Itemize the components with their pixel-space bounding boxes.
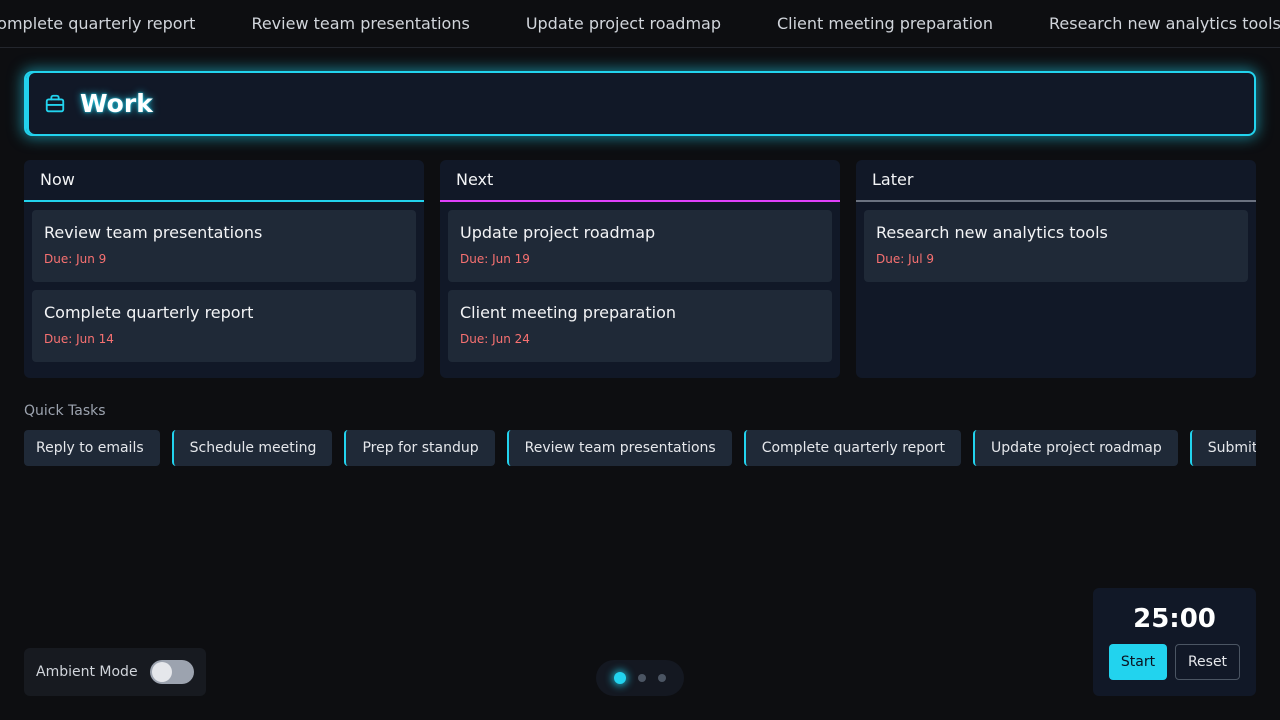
task-card[interactable]: Research new analytics tools Due: Jul 9 [864, 210, 1248, 282]
task-card[interactable]: Complete quarterly report Due: Jun 14 [32, 290, 416, 362]
page-dot[interactable] [658, 674, 666, 682]
quick-tasks-row[interactable]: Reply to emails Schedule meeting Prep fo… [24, 430, 1256, 466]
task-card[interactable]: Client meeting preparation Due: Jun 24 [448, 290, 832, 362]
briefcase-icon [44, 93, 66, 115]
start-button[interactable]: Start [1109, 644, 1167, 680]
task-title: Research new analytics tools [876, 223, 1108, 242]
quick-task-chip[interactable]: Update project roadmap [972, 430, 1178, 466]
page-dot[interactable] [638, 674, 646, 682]
task-due-date: Due: Jul 9 [876, 252, 935, 266]
ticker-item[interactable]: Client meeting preparation [777, 14, 993, 33]
task-card[interactable]: Review team presentations Due: Jun 9 [32, 210, 416, 282]
ticker-item[interactable]: Research new analytics tools [1049, 14, 1280, 33]
quick-tasks-label: Quick Tasks [24, 403, 106, 419]
task-title: Review team presentations [44, 223, 263, 242]
column-now: Now Review team presentations Due: Jun 9… [24, 160, 424, 378]
ambient-mode-label: Ambient Mode [36, 664, 138, 680]
task-card[interactable]: Update project roadmap Due: Jun 19 [448, 210, 832, 282]
quick-task-chip[interactable]: Reply to emails [24, 430, 160, 466]
quick-task-chip[interactable]: Complete quarterly report [743, 430, 961, 466]
column-later: Later Research new analytics tools Due: … [856, 160, 1256, 378]
quick-task-chip[interactable]: Prep for standup [344, 430, 495, 466]
column-title: Later [856, 160, 1256, 202]
task-title: Complete quarterly report [44, 303, 254, 322]
context-header: Work [24, 71, 1256, 136]
quick-task-chip[interactable]: Schedule meeting [171, 430, 333, 466]
task-title: Update project roadmap [460, 223, 656, 242]
ticker-item[interactable]: Complete quarterly report [0, 14, 195, 33]
page-indicator [596, 660, 684, 696]
ticker-item[interactable]: Review team presentations [251, 14, 469, 33]
task-ticker: Complete quarterly report Review team pr… [0, 0, 1280, 48]
column-title: Now [24, 160, 424, 202]
timer-display: 25:00 [1133, 604, 1216, 634]
ambient-mode-toggle[interactable] [149, 660, 194, 684]
task-title: Client meeting preparation [460, 303, 676, 322]
task-due-date: Due: Jun 9 [44, 252, 107, 266]
quick-task-chip[interactable]: Submit [1189, 430, 1256, 466]
ambient-mode-control: Ambient Mode [24, 648, 206, 696]
task-due-date: Due: Jun 19 [460, 252, 530, 266]
ticker-item[interactable]: Update project roadmap [526, 14, 721, 33]
task-due-date: Due: Jun 24 [460, 332, 530, 346]
page-dot-active[interactable] [614, 672, 626, 684]
column-title: Next [440, 160, 840, 202]
quick-task-chip[interactable]: Review team presentations [506, 430, 732, 466]
task-due-date: Due: Jun 14 [44, 332, 114, 346]
toggle-knob [151, 662, 172, 682]
pomodoro-timer: 25:00 Start Reset [1093, 588, 1256, 696]
context-title: Work [80, 89, 153, 118]
column-next: Next Update project roadmap Due: Jun 19 … [440, 160, 840, 378]
reset-button[interactable]: Reset [1175, 644, 1240, 680]
